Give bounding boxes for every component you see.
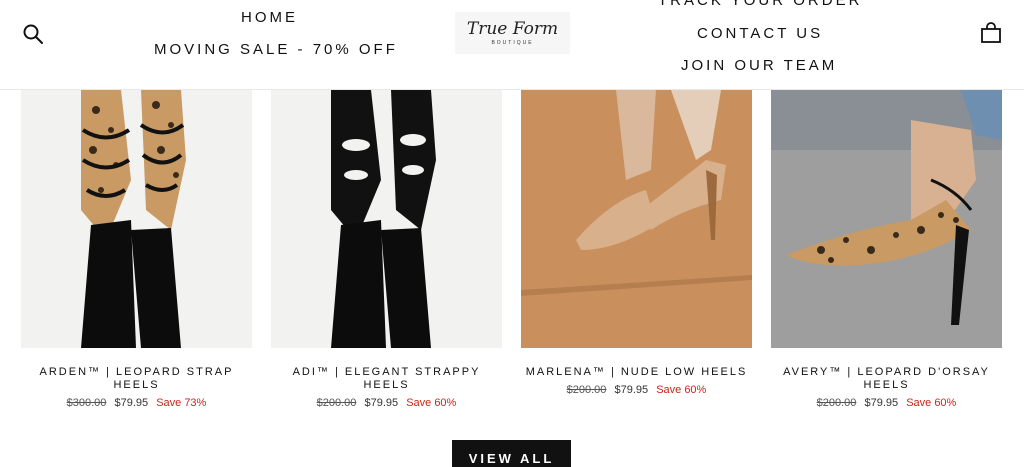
price-row: $200.00 $79.95 Save 60% xyxy=(271,396,502,410)
brand-logo[interactable]: True Form BOUTIQUE xyxy=(455,12,570,54)
shopping-bag-icon[interactable] xyxy=(980,22,1002,44)
product-card[interactable]: MARLENA™ | NUDE LOW HEELS $200.00 $79.95… xyxy=(521,90,752,397)
product-card[interactable]: ADI™ | ELEGANT STRAPPY HEELS $200.00 $79… xyxy=(271,90,502,410)
nav-home[interactable]: HOME xyxy=(241,9,298,26)
price-row: $300.00 $79.95 Save 73% xyxy=(21,396,252,410)
save-badge: Save 60% xyxy=(906,397,957,409)
original-price: $200.00 xyxy=(316,397,357,409)
original-price: $200.00 xyxy=(566,384,607,396)
search-icon[interactable] xyxy=(22,23,44,45)
sale-price: $79.95 xyxy=(114,397,149,409)
product-title[interactable]: ARDEN™ | LEOPARD STRAP HEELS xyxy=(21,366,252,392)
product-title[interactable]: AVERY™ | LEOPARD D'ORSAY HEELS xyxy=(771,366,1002,392)
sale-price: $79.95 xyxy=(614,384,649,396)
product-title[interactable]: ADI™ | ELEGANT STRAPPY HEELS xyxy=(271,366,502,392)
price-row: $200.00 $79.95 Save 60% xyxy=(771,396,1002,410)
nav-moving-sale[interactable]: MOVING SALE - 70% OFF xyxy=(154,41,398,58)
logo-subtitle: BOUTIQUE xyxy=(491,40,534,46)
sale-price: $79.95 xyxy=(364,397,399,409)
original-price: $200.00 xyxy=(816,397,857,409)
product-image-arden[interactable] xyxy=(21,90,252,348)
product-image-adi[interactable] xyxy=(271,90,502,348)
product-image-avery[interactable] xyxy=(771,90,1002,348)
nav-join-our-team[interactable]: JOIN OUR TEAM xyxy=(681,57,837,74)
site-header: HOME MOVING SALE - 70% OFF True Form BOU… xyxy=(0,0,1024,90)
product-card[interactable]: ARDEN™ | LEOPARD STRAP HEELS $300.00 $79… xyxy=(21,90,252,410)
nav-track-order[interactable]: TRACK YOUR ORDER xyxy=(658,0,862,9)
sale-price: $79.95 xyxy=(864,397,899,409)
product-card[interactable]: AVERY™ | LEOPARD D'ORSAY HEELS $200.00 $… xyxy=(771,90,1002,410)
view-all-button[interactable]: VIEW ALL xyxy=(452,440,571,467)
logo-wordmark: True Form xyxy=(466,19,559,39)
save-badge: Save 60% xyxy=(656,384,707,396)
product-title[interactable]: MARLENA™ | NUDE LOW HEELS xyxy=(521,366,752,379)
nav-contact-us[interactable]: CONTACT US xyxy=(697,25,823,42)
save-badge: Save 73% xyxy=(156,397,207,409)
save-badge: Save 60% xyxy=(406,397,457,409)
product-image-marlena[interactable] xyxy=(521,90,752,348)
price-row: $200.00 $79.95 Save 60% xyxy=(521,383,752,397)
original-price: $300.00 xyxy=(66,397,107,409)
